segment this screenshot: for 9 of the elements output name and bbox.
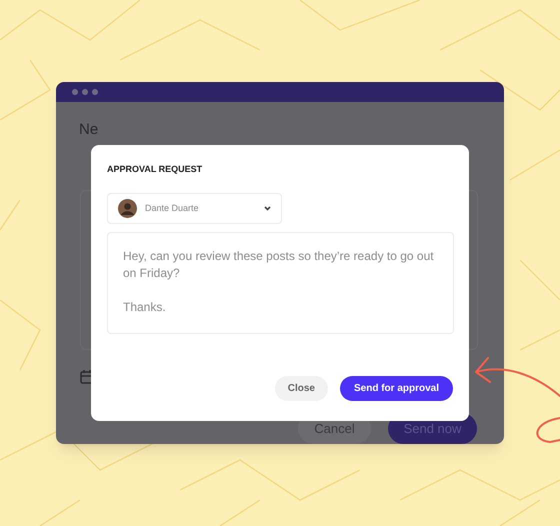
recipient-name: Dante Duarte <box>145 202 200 215</box>
message-paragraph: Thanks. <box>123 299 167 316</box>
send-for-approval-button[interactable]: Send for approval <box>340 376 453 401</box>
window-heading: Ne <box>79 120 98 140</box>
message-field[interactable]: Hey, can you review these posts so they’re ready to go out on Friday? Thanks. <box>107 232 454 334</box>
close-button[interactable]: Close <box>274 376 328 401</box>
recipient-dropdown[interactable]: Dante Duarte <box>107 193 282 224</box>
dialog-title: APPROVAL REQUEST <box>107 163 204 175</box>
message-paragraph: Hey, can you review these posts so they’re ready to go out on Friday? <box>123 248 435 282</box>
